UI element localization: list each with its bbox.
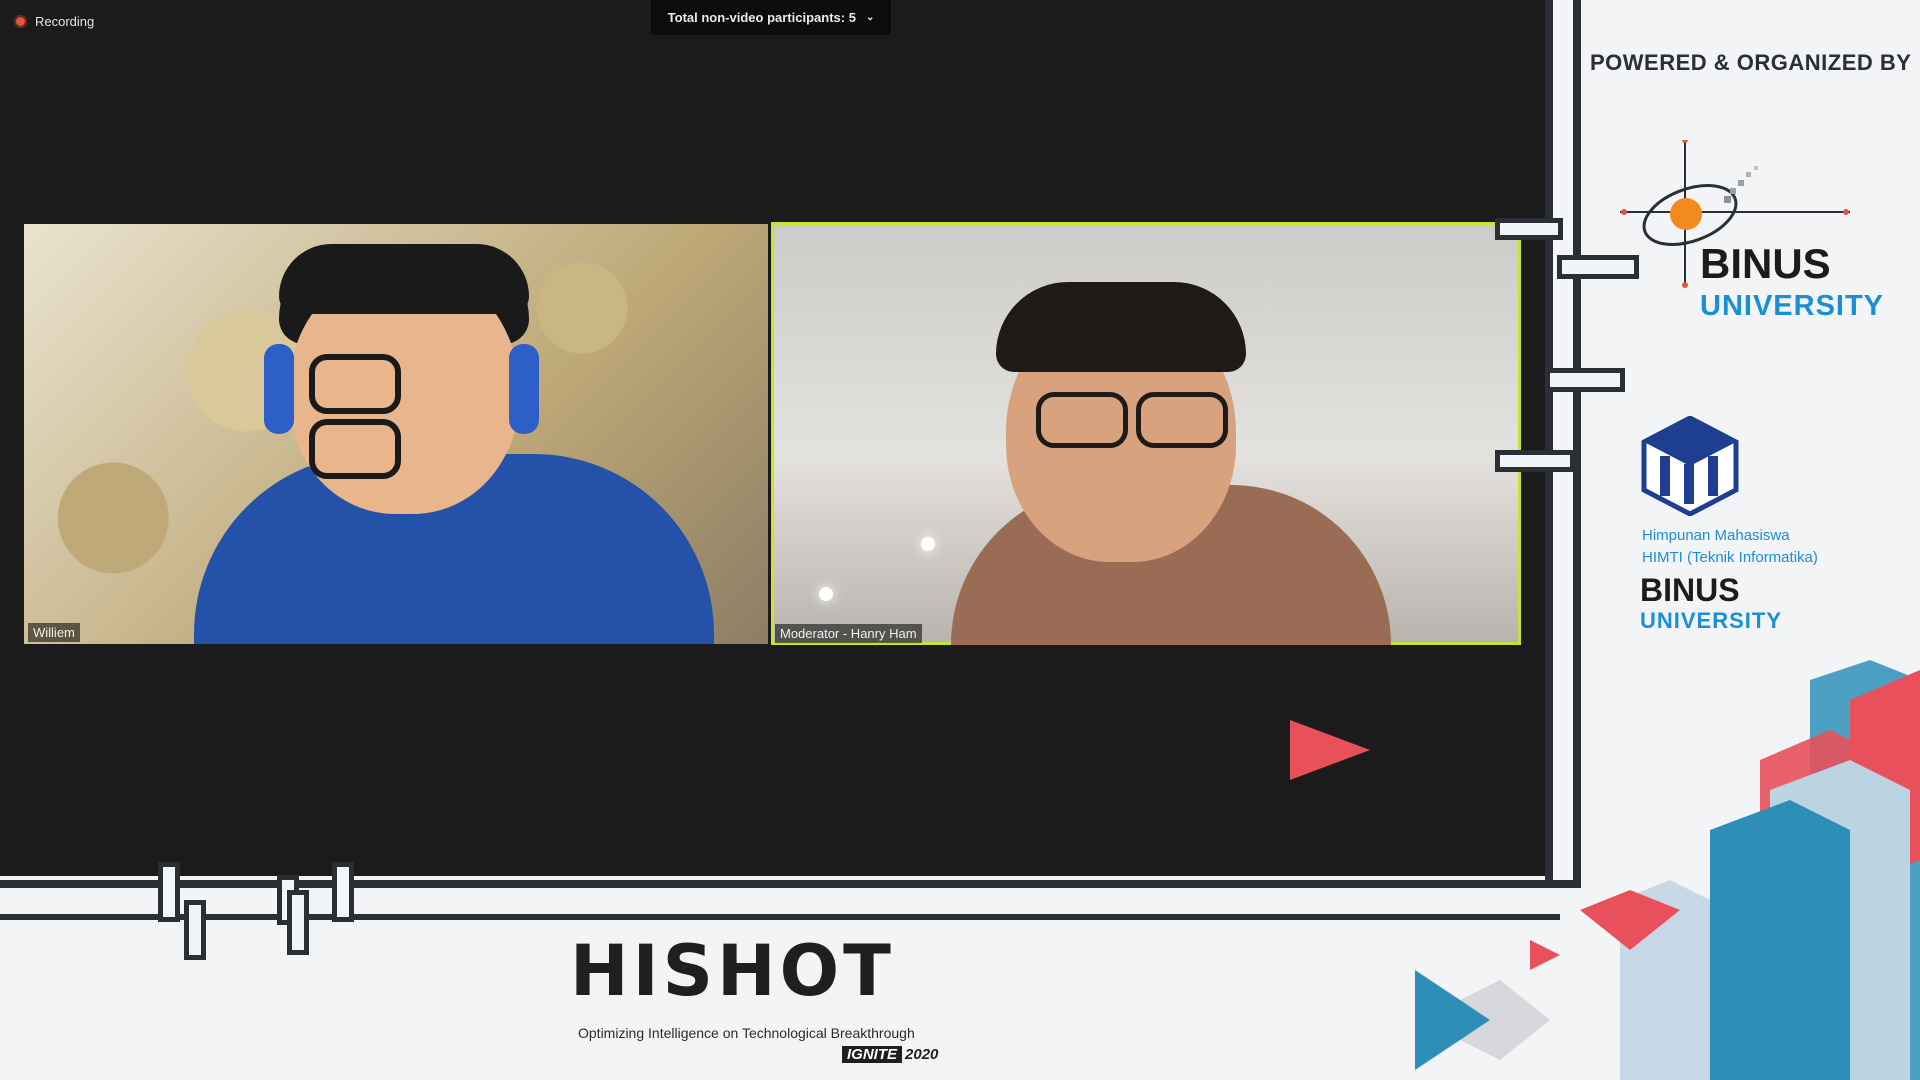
- binus-wordmark: BINUS: [1640, 572, 1740, 608]
- event-logo: HISHOT Optimizing Intelligence on Techno…: [570, 930, 990, 1070]
- event-edition: IGNITE 2020: [842, 1046, 938, 1063]
- frame-bracket: [158, 862, 180, 922]
- binus-wordmark: BINUS: [1700, 240, 1831, 287]
- himti-text: Himpunan Mahasiswa: [1642, 527, 1790, 544]
- recording-icon: [14, 15, 27, 28]
- frame-bracket: [1495, 218, 1563, 240]
- recording-indicator[interactable]: Recording: [14, 14, 94, 29]
- video-tile-moderator[interactable]: Moderator - Hanry Ham: [771, 222, 1521, 645]
- non-video-participants-dropdown[interactable]: Total non-video participants: 5 ⌄: [651, 0, 891, 35]
- university-wordmark: UNIVERSITY: [1700, 290, 1885, 322]
- event-tagline: Optimizing Intelligence on Technological…: [578, 1025, 915, 1041]
- chevron-down-icon: ⌄: [865, 12, 875, 23]
- university-wordmark: UNIVERSITY: [1640, 608, 1783, 633]
- frame-bracket: [1495, 450, 1575, 472]
- participant-name-label: Williem: [28, 623, 80, 642]
- recording-label: Recording: [35, 14, 95, 29]
- event-title: HISHOT: [570, 930, 895, 1012]
- participants-label: Total non-video participants: 5: [667, 10, 856, 25]
- himti-text: HIMTI (Teknik Informatika): [1642, 549, 1818, 566]
- decorative-cubes: [1290, 660, 1920, 1080]
- frame-bracket: [332, 862, 354, 922]
- participant-name-label: Moderator - Hanry Ham: [775, 624, 922, 643]
- sponsor-title: POWERED & ORGANIZED BY: [1590, 50, 1912, 75]
- frame-bracket: [184, 900, 206, 960]
- frame-bracket: [287, 890, 309, 955]
- frame-bracket: [1545, 368, 1625, 392]
- himti-logo-icon: [1641, 416, 1739, 516]
- video-tile-williem[interactable]: Williem: [24, 224, 768, 644]
